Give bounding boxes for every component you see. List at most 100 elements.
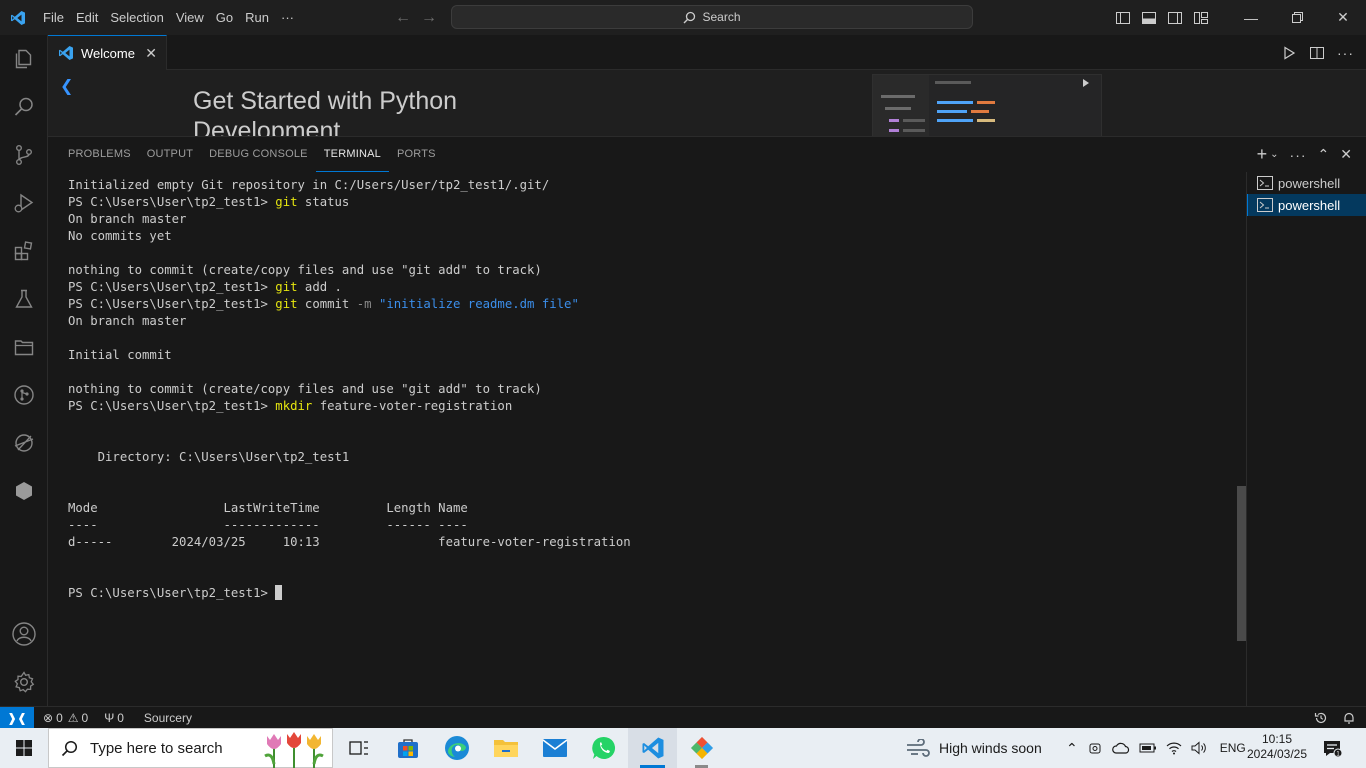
close-window-button[interactable]: ✕: [1320, 0, 1366, 35]
customize-layout-icon[interactable]: [1188, 0, 1214, 35]
taskbar-search-box[interactable]: Type here to search: [48, 728, 333, 768]
run-icon[interactable]: [1281, 45, 1297, 61]
remote-indicator-icon[interactable]: ❱❰: [0, 706, 34, 729]
back-chevron-icon[interactable]: ❮: [60, 76, 73, 96]
terminal-line: PS C:\Users\User\tp2_test1> git add .: [68, 279, 1238, 296]
terminal-instance-1[interactable]: powershell: [1247, 172, 1366, 194]
terminal-line: PS C:\Users\User\tp2_test1> mkdir featur…: [68, 398, 1238, 415]
battery-icon[interactable]: [1139, 742, 1157, 754]
maximize-panel-icon[interactable]: ⌃: [1318, 146, 1330, 163]
tab-ports[interactable]: PORTS: [389, 137, 444, 172]
microsoft-store-icon[interactable]: [383, 728, 432, 768]
go-forward-icon[interactable]: →: [421, 9, 437, 27]
terminal-text: PS C:\Users\User\tp2_test1>: [68, 280, 276, 294]
windows-start-icon[interactable]: [0, 728, 48, 768]
more-actions-icon[interactable]: ···: [1337, 45, 1354, 61]
mail-icon[interactable]: [530, 728, 579, 768]
onedrive-cloud-icon[interactable]: [1111, 741, 1130, 755]
panel-tabs: PROBLEMS OUTPUT DEBUG CONSOLE TERMINAL P…: [60, 137, 444, 172]
terminal-text: git: [275, 297, 298, 311]
extensions-icon[interactable]: [0, 227, 48, 275]
menu-view[interactable]: View: [170, 0, 210, 35]
menu-go[interactable]: Go: [210, 0, 239, 35]
terminal-dropdown-chevron-icon[interactable]: ⌄: [1270, 149, 1278, 160]
go-back-icon[interactable]: ←: [395, 9, 411, 27]
taskbar-clock[interactable]: 10:15 2024/03/25: [1246, 732, 1308, 762]
clock-time: 10:15: [1261, 732, 1293, 746]
show-hidden-icons-chevron-icon[interactable]: ⌃: [1066, 740, 1078, 757]
more-actions-icon[interactable]: ···: [1290, 147, 1307, 163]
terminal-text: Initialized empty Git repository in C:/U…: [68, 178, 550, 192]
toggle-panel-icon[interactable]: [1136, 0, 1162, 35]
menu-more[interactable]: ···: [275, 0, 300, 35]
meet-now-icon[interactable]: [1087, 740, 1103, 756]
tulips-search-highlight-icon: [264, 732, 324, 768]
split-editor-icon[interactable]: [1309, 45, 1325, 61]
menu-edit[interactable]: Edit: [70, 0, 104, 35]
explorer-icon[interactable]: [0, 35, 48, 83]
hexagon-extension-icon[interactable]: [0, 467, 48, 515]
edge-browser-icon[interactable]: [432, 728, 481, 768]
task-view-icon[interactable]: [334, 728, 383, 768]
git-graph-icon[interactable]: [0, 371, 48, 419]
terminal-scrollbar[interactable]: [1237, 486, 1246, 641]
source-control-icon[interactable]: [0, 131, 48, 179]
tab-output[interactable]: OUTPUT: [139, 137, 201, 172]
sourcery-status[interactable]: Sourcery: [139, 711, 197, 725]
settings-gear-icon[interactable]: [0, 658, 48, 706]
toggle-secondary-sidebar-icon[interactable]: [1162, 0, 1188, 35]
action-center-icon[interactable]: 1: [1322, 738, 1343, 763]
minimize-button[interactable]: —: [1228, 0, 1274, 35]
search-view-icon[interactable]: [0, 83, 48, 131]
notifications-bell-icon[interactable]: [1342, 711, 1356, 725]
menu-run[interactable]: Run: [239, 0, 275, 35]
terminal-line: PS C:\Users\User\tp2_test1> git status: [68, 194, 1238, 211]
input-language[interactable]: ENG: [1220, 741, 1246, 755]
git-desktop-app-icon[interactable]: [677, 728, 726, 768]
terminal-text: commit: [297, 297, 357, 311]
accounts-icon[interactable]: [0, 610, 48, 658]
new-terminal-icon[interactable]: +: [1257, 144, 1268, 165]
remote-explorer-icon[interactable]: [0, 419, 48, 467]
terminal-output[interactable]: Initialized empty Git repository in C:/U…: [68, 177, 1238, 697]
warning-count: 0: [81, 710, 89, 725]
terminal-text: feature-voter-registration: [312, 399, 513, 413]
ports-status[interactable]: Ψ 0: [99, 711, 129, 725]
taskbar-search-placeholder: Type here to search: [90, 739, 223, 757]
editor-actions: ···: [1281, 35, 1354, 70]
terminal-line: ---- ------------- ------ ----: [68, 517, 1238, 534]
problems-status[interactable]: ⊗ 0 ⚠ 0: [38, 711, 93, 725]
terminal-instance-2[interactable]: powershell: [1247, 194, 1366, 216]
volume-icon[interactable]: [1191, 741, 1209, 755]
walkthrough-preview-image: [872, 74, 1102, 136]
tab-welcome[interactable]: Welcome ✕: [48, 35, 167, 70]
tab-problems[interactable]: PROBLEMS: [60, 137, 139, 172]
run-and-debug-icon[interactable]: [0, 179, 48, 227]
whatsapp-icon[interactable]: [579, 728, 628, 768]
close-panel-icon[interactable]: ✕: [1340, 146, 1352, 163]
menu-selection[interactable]: Selection: [104, 0, 169, 35]
terminal-text: ---- ------------- ------ ----: [68, 518, 468, 532]
terminal-line: Mode LastWriteTime Length Name: [68, 500, 1238, 517]
vscode-taskbar-icon[interactable]: [628, 728, 677, 768]
tab-terminal[interactable]: TERMINAL: [315, 137, 389, 172]
history-icon[interactable]: [1314, 711, 1328, 725]
restore-button[interactable]: [1274, 0, 1320, 35]
terminal-line: No commits yet: [68, 228, 1238, 245]
terminal-line: Initial commit: [68, 347, 1238, 364]
testing-icon[interactable]: [0, 275, 48, 323]
menu-file[interactable]: File: [37, 0, 70, 35]
project-manager-icon[interactable]: [0, 323, 48, 371]
tab-debug-console[interactable]: DEBUG CONSOLE: [201, 137, 316, 172]
windows-taskbar: Type here to search High winds soon ⌃ EN…: [0, 728, 1366, 768]
terminal-powershell-icon: [1257, 176, 1273, 190]
file-explorer-icon[interactable]: [481, 728, 530, 768]
command-center-search[interactable]: Search: [451, 5, 973, 29]
close-tab-icon[interactable]: ✕: [145, 45, 157, 62]
terminal-text: PS C:\Users\User\tp2_test1>: [68, 399, 276, 413]
toggle-primary-sidebar-icon[interactable]: [1110, 0, 1136, 35]
wifi-icon[interactable]: [1166, 741, 1182, 755]
weather-widget[interactable]: High winds soon: [905, 728, 1042, 768]
